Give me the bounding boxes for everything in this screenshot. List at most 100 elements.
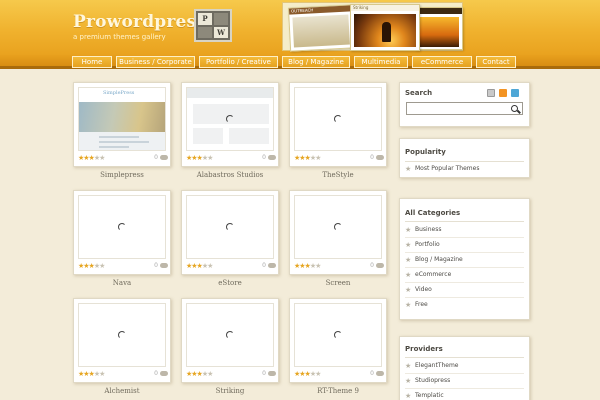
theme-card-striking[interactable]: ★★★★★ 0 (181, 298, 279, 383)
loading-spinner-icon (334, 223, 342, 231)
featured-thumb[interactable]: Striking (350, 4, 420, 51)
featured-thumb-label: OUTREACH (288, 5, 352, 15)
theme-name[interactable]: Nava (73, 279, 171, 287)
comment-bubble-icon (376, 155, 384, 160)
nav-business-corporate[interactable]: Business / Corporate (116, 56, 195, 68)
rating-stars: ★★★★★ (186, 262, 213, 270)
star-bullet-icon: ★ (405, 256, 412, 264)
comment-count[interactable]: 0 (154, 154, 168, 162)
theme-screenshot[interactable] (78, 303, 166, 367)
providers-widget: Providers ★ ElegantTheme ★ Studiopress ★ Te… (399, 336, 530, 400)
theme-name[interactable]: RT-Theme 9 (289, 387, 387, 395)
star-bullet-icon: ★ (405, 286, 412, 294)
nav-home[interactable]: Home (72, 56, 112, 68)
theme-screenshot[interactable] (294, 195, 382, 259)
sidebar-item-studiopress[interactable]: ★ Studiopress (405, 374, 524, 389)
featured-thumb[interactable]: OUTREACH (287, 4, 355, 52)
comment-bubble-icon (376, 263, 384, 268)
theme-screenshot[interactable] (294, 87, 382, 151)
featured-thumb-label: Striking (351, 5, 419, 11)
rating-stars: ★★★★★ (186, 370, 213, 378)
featured-themes-strip: OUTREACH Striking (282, 2, 463, 52)
nav-contact[interactable]: Contact (476, 56, 516, 68)
theme-screenshot[interactable] (186, 303, 274, 367)
comment-bubble-icon (268, 371, 276, 376)
theme-name[interactable]: Striking (181, 387, 279, 395)
site-tagline: a premium themes gallery (73, 33, 166, 41)
comment-count[interactable]: 0 (262, 370, 276, 378)
comment-count[interactable]: 0 (370, 262, 384, 270)
nav-blog-magazine[interactable]: Blog / Magazine (282, 56, 350, 68)
nav-portfolio-creative[interactable]: Portfolio / Creative (199, 56, 278, 68)
theme-screenshot[interactable] (186, 195, 274, 259)
loading-spinner-icon (226, 115, 234, 123)
search-icon[interactable] (511, 105, 518, 112)
theme-screenshot[interactable] (186, 87, 274, 151)
theme-name[interactable]: Alchemist (73, 387, 171, 395)
twitter-icon[interactable] (511, 89, 519, 97)
theme-card-thestyle[interactable]: ★★★★★ 0 (289, 82, 387, 167)
comment-count[interactable]: 0 (370, 154, 384, 162)
logo-letter-w: W (214, 26, 228, 38)
theme-name[interactable]: Alabastros Studios (181, 171, 279, 179)
theme-name[interactable]: TheStyle (289, 171, 387, 179)
theme-card-screen[interactable]: ★★★★★ 0 (289, 190, 387, 275)
sidebar-item-video[interactable]: ★ Video (405, 283, 524, 298)
theme-name[interactable]: Simplepress (73, 171, 171, 179)
theme-card-simplepress[interactable]: SimplePress ★★★★★ 0 (73, 82, 171, 167)
theme-card-alchemist[interactable]: ★★★★★ 0 (73, 298, 171, 383)
star-bullet-icon: ★ (405, 241, 412, 249)
theme-name[interactable]: Screen (289, 279, 387, 287)
star-bullet-icon: ★ (405, 165, 412, 173)
theme-card-alabastros-studios[interactable]: ★★★★★ 0 (181, 82, 279, 167)
theme-screenshot[interactable]: SimplePress (78, 87, 166, 151)
theme-name[interactable]: eStore (181, 279, 279, 287)
comment-count[interactable]: 0 (154, 262, 168, 270)
sidebar-item-free[interactable]: ★ Free (405, 298, 524, 313)
star-bullet-icon: ★ (405, 271, 412, 279)
logo-letter-p: P (198, 13, 212, 25)
star-bullet-icon: ★ (405, 301, 412, 309)
comment-count[interactable]: 0 (262, 154, 276, 162)
rss-icon[interactable] (499, 89, 507, 97)
featured-thumb[interactable] (415, 7, 463, 50)
widget-title: Search (405, 89, 433, 97)
nav-ecommerce[interactable]: eCommerce (412, 56, 472, 68)
theme-card-nava[interactable]: ★★★★★ 0 (73, 190, 171, 275)
rating-stars: ★★★★★ (78, 154, 105, 162)
sidebar-item-most-popular[interactable]: ★ Most Popular Themes (405, 162, 524, 177)
popularity-widget: Popularity ★ Most Popular Themes (399, 138, 530, 178)
comment-count[interactable]: 0 (262, 262, 276, 270)
sidebar-item-ecommerce[interactable]: ★ eCommerce (405, 268, 524, 283)
loading-spinner-icon (118, 223, 126, 231)
search-input[interactable] (406, 102, 523, 115)
star-bullet-icon: ★ (405, 377, 412, 385)
comment-bubble-icon (376, 371, 384, 376)
comment-count[interactable]: 0 (154, 370, 168, 378)
rating-stars: ★★★★★ (294, 154, 321, 162)
site-header: Prowordpress a premium themes gallery P … (0, 0, 600, 55)
theme-card-estore[interactable]: ★★★★★ 0 (181, 190, 279, 275)
theme-card-rt-theme-9[interactable]: ★★★★★ 0 (289, 298, 387, 383)
sidebar-item-templatic[interactable]: ★ Templatic (405, 389, 524, 400)
widget-title: Providers (405, 345, 443, 353)
widget-title: All Categories (405, 209, 461, 217)
main-nav: Home Business / Corporate Portfolio / Cr… (0, 55, 600, 69)
email-icon[interactable] (487, 89, 495, 97)
categories-widget: All Categories ★ Business ★ Portfolio ★ Blo… (399, 198, 530, 320)
star-bullet-icon: ★ (405, 362, 412, 370)
theme-screenshot[interactable] (294, 303, 382, 367)
site-title[interactable]: Prowordpress (73, 12, 206, 32)
rating-stars: ★★★★★ (78, 262, 105, 270)
screenshot-logo-text: SimplePress (103, 90, 135, 96)
sidebar-item-eleganttheme[interactable]: ★ ElegantTheme (405, 359, 524, 374)
theme-screenshot[interactable] (78, 195, 166, 259)
widget-title: Popularity (405, 148, 446, 156)
site-logo[interactable]: P W (194, 9, 232, 42)
comment-count[interactable]: 0 (370, 370, 384, 378)
loading-spinner-icon (334, 115, 342, 123)
sidebar-item-business[interactable]: ★ Business (405, 223, 524, 238)
nav-multimedia[interactable]: Multimedia (354, 56, 408, 68)
sidebar-item-blog-magazine[interactable]: ★ Blog / Magazine (405, 253, 524, 268)
sidebar-item-portfolio[interactable]: ★ Portfolio (405, 238, 524, 253)
